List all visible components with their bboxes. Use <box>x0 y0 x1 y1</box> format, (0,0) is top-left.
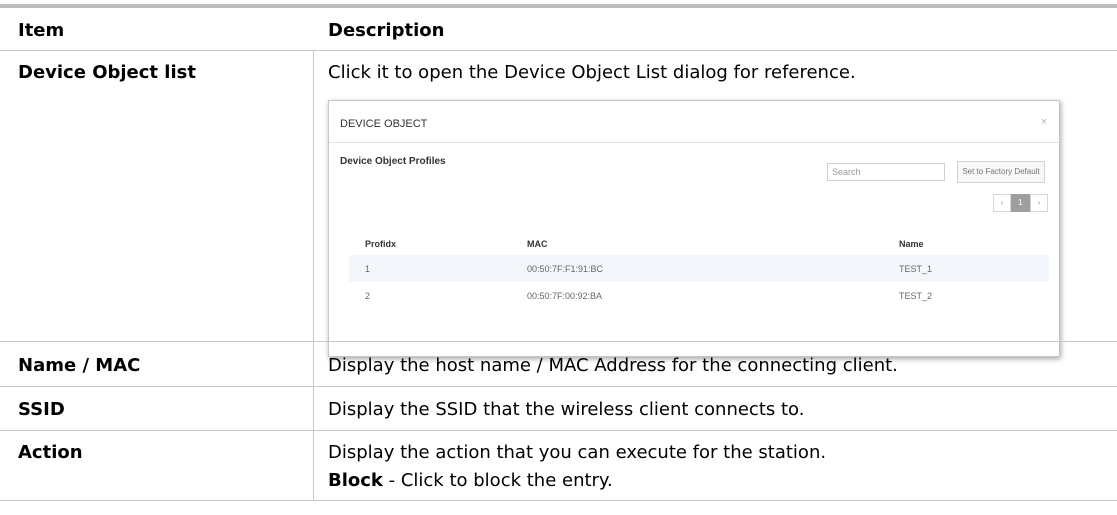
device-object-dialog: DEVICE OBJECT × Device Object Profiles S… <box>328 100 1060 357</box>
cell-mac: 00:50:7F:F1:91:BC <box>527 264 604 274</box>
row-description: Click it to open the Device Object List … <box>328 62 856 83</box>
header-description: Description <box>328 20 445 41</box>
column-header-mac: MAC <box>527 239 548 249</box>
column-header-name: Name <box>899 239 924 249</box>
row-item: Action <box>18 442 83 463</box>
row-description: Display the SSID that the wireless clien… <box>328 399 805 420</box>
table-row[interactable]: 1 00:50:7F:F1:91:BC TEST_1 <box>349 255 1049 282</box>
header-item: Item <box>18 20 65 41</box>
row-note: Block - Click to block the entry. <box>328 470 613 491</box>
note-label: Block <box>328 470 383 491</box>
row-item: Device Object list <box>18 62 196 83</box>
row-divider <box>0 386 1117 387</box>
close-icon[interactable]: × <box>1041 116 1047 128</box>
cell-profidx: 2 <box>365 291 371 301</box>
table-row[interactable]: 2 00:50:7F:00:92:BA TEST_2 <box>349 282 1049 309</box>
row-description: Display the host name / MAC Address for … <box>328 355 898 376</box>
prev-page-button[interactable]: ‹ <box>993 194 1011 212</box>
row-item: SSID <box>18 399 65 420</box>
table-top-rule <box>0 4 1117 8</box>
dialog-subtitle: Device Object Profiles <box>340 156 446 167</box>
current-page-button[interactable]: 1 <box>1011 194 1030 212</box>
row-item: Name / MAC <box>18 355 141 376</box>
table-bottom-rule <box>0 500 1117 501</box>
note-text: - Click to block the entry. <box>382 470 613 491</box>
cell-name: TEST_2 <box>899 291 933 301</box>
factory-default-button[interactable]: Set to Factory Default <box>957 161 1045 183</box>
next-page-button[interactable]: › <box>1030 194 1048 212</box>
cell-profidx: 1 <box>365 264 371 274</box>
header-divider <box>0 50 1117 51</box>
column-header-profidx: Profidx <box>365 239 397 249</box>
cell-mac: 00:50:7F:00:92:BA <box>527 291 603 301</box>
search-input[interactable]: Search <box>827 163 945 181</box>
row-divider <box>0 430 1117 431</box>
column-divider <box>313 50 314 500</box>
dialog-title: DEVICE OBJECT <box>340 118 428 130</box>
cell-name: TEST_1 <box>899 264 933 274</box>
row-divider <box>0 341 1117 342</box>
row-description: Display the action that you can execute … <box>328 442 827 463</box>
dialog-divider <box>329 142 1059 143</box>
